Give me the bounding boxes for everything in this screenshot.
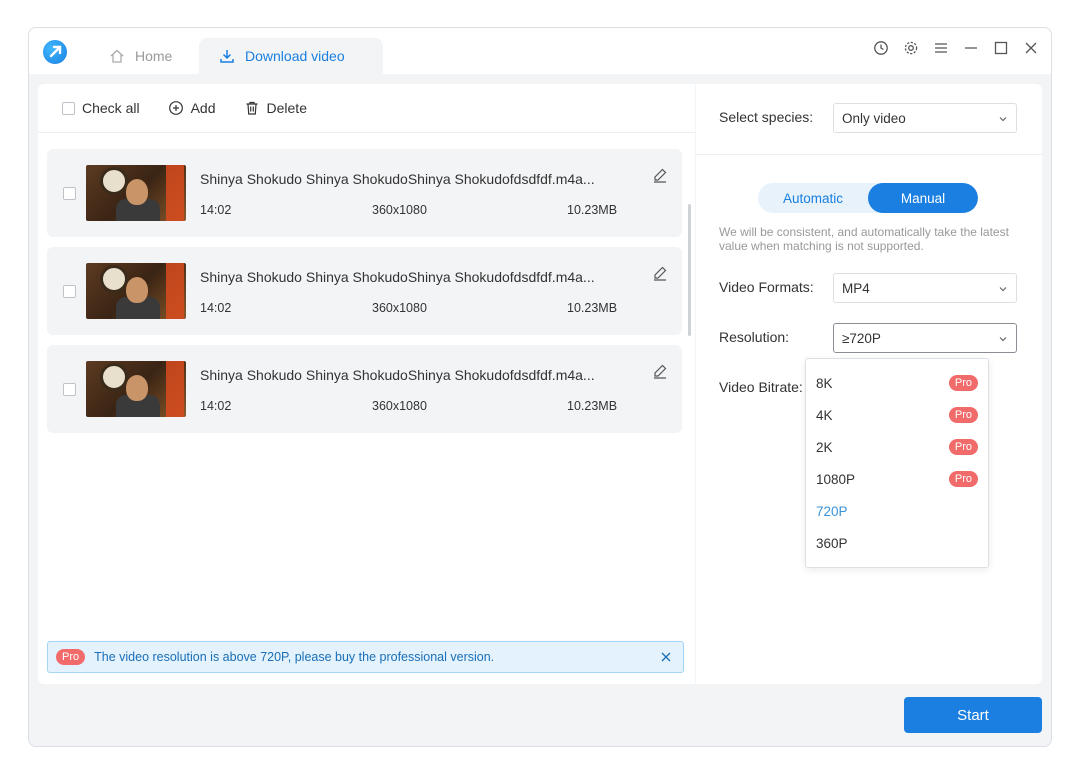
pro-badge: Pro: [56, 649, 86, 665]
close-icon[interactable]: [659, 650, 673, 664]
video-resolution: 360x1080: [372, 399, 427, 413]
tab-home-label: Home: [135, 48, 173, 64]
video-thumbnail: [86, 263, 186, 319]
format-label: Video Formats:: [719, 279, 814, 295]
resolution-option-1080p[interactable]: 1080P Pro: [806, 463, 988, 495]
video-size: 10.23MB: [567, 203, 618, 217]
video-thumbnail: [86, 361, 186, 417]
app-logo-icon: [43, 40, 67, 64]
option-label: 720P: [816, 503, 848, 519]
window-controls: [873, 40, 1039, 56]
species-select[interactable]: Only video: [833, 103, 1017, 133]
resolution-value: ≥720P: [842, 330, 881, 346]
pro-badge: Pro: [948, 439, 978, 455]
pro-badge: Pro: [948, 471, 978, 487]
resolution-option-2k[interactable]: 2K Pro: [806, 431, 988, 463]
bitrate-label: Video Bitrate:: [719, 379, 803, 395]
tab-home[interactable]: Home: [101, 38, 180, 74]
video-checkbox[interactable]: [63, 285, 76, 298]
format-select[interactable]: MP4: [833, 273, 1017, 303]
mode-automatic-button[interactable]: Automatic: [758, 183, 868, 213]
home-icon: [110, 49, 124, 63]
pro-badge: Pro: [948, 375, 978, 391]
pro-notice-bar: Pro The video resolution is above 720P, …: [47, 641, 684, 673]
check-all-label: Check all: [82, 100, 140, 116]
menu-icon[interactable]: [933, 40, 949, 56]
resolution-option-720p[interactable]: 720P: [806, 495, 988, 527]
video-checkbox[interactable]: [63, 383, 76, 396]
add-label: Add: [190, 100, 216, 116]
option-label: 2K: [816, 439, 833, 455]
list-scrollbar[interactable]: [688, 204, 691, 336]
video-size: 10.23MB: [567, 399, 618, 413]
history-icon[interactable]: [873, 40, 889, 56]
video-duration: 14:02: [200, 301, 232, 315]
option-label: 8K: [816, 375, 833, 391]
species-label: Select species:: [719, 109, 814, 125]
resolution-select[interactable]: ≥720P: [833, 323, 1017, 353]
option-label: 360P: [816, 535, 848, 551]
mode-toggle: Automatic Manual: [758, 183, 978, 213]
resolution-option-8k[interactable]: 8K Pro: [806, 367, 988, 399]
chevron-down-icon: [999, 337, 1007, 342]
list-toolbar: Check all Add Delete: [38, 84, 695, 133]
trash-icon: [246, 101, 258, 115]
pro-badge: Pro: [948, 407, 978, 423]
resolution-option-360p[interactable]: 360P: [806, 527, 988, 559]
resolution-option-4k[interactable]: 4K Pro: [806, 399, 988, 431]
video-thumbnail: [86, 165, 186, 221]
video-resolution: 360x1080: [372, 203, 427, 217]
video-checkbox[interactable]: [63, 187, 76, 200]
video-list: Shinya Shokudo Shinya ShokudoShinya Shok…: [47, 149, 682, 443]
resolution-dropdown: 8K Pro 4K Pro 2K Pro 1080P Pro 720P 360P: [805, 358, 989, 568]
close-icon[interactable]: [1023, 40, 1039, 56]
edit-icon[interactable]: [652, 167, 668, 183]
minimize-icon[interactable]: [963, 40, 979, 56]
option-label: 4K: [816, 407, 833, 423]
video-title: Shinya Shokudo Shinya ShokudoShinya Shok…: [200, 367, 595, 383]
maximize-icon[interactable]: [993, 40, 1009, 56]
option-label: 1080P: [816, 471, 856, 487]
check-all-checkbox[interactable]: [62, 101, 75, 115]
add-circle-icon: [168, 101, 183, 115]
edit-icon[interactable]: [652, 265, 668, 281]
video-size: 10.23MB: [567, 301, 618, 315]
video-duration: 14:02: [200, 203, 232, 217]
download-icon: [220, 50, 234, 63]
delete-button[interactable]: Delete: [244, 100, 307, 116]
video-item[interactable]: Shinya Shokudo Shinya ShokudoShinya Shok…: [47, 247, 682, 335]
resolution-label: Resolution:: [719, 329, 790, 345]
mode-manual-button[interactable]: Manual: [868, 183, 978, 213]
delete-label: Delete: [266, 100, 307, 116]
species-value: Only video: [842, 110, 906, 126]
video-resolution: 360x1080: [372, 301, 427, 315]
divider: [696, 154, 1042, 155]
video-duration: 14:02: [200, 399, 232, 413]
video-list-panel: Check all Add Delete Shinya Shokudo Shin…: [38, 84, 695, 684]
chevron-down-icon: [999, 287, 1007, 292]
format-value: MP4: [842, 280, 870, 296]
check-all-button[interactable]: Check all: [62, 100, 140, 116]
notice-text: The video resolution is above 720P, plea…: [94, 650, 495, 664]
video-item[interactable]: Shinya Shokudo Shinya ShokudoShinya Shok…: [47, 149, 682, 237]
title-bar: Home Download video: [29, 28, 1051, 74]
video-item[interactable]: Shinya Shokudo Shinya ShokudoShinya Shok…: [47, 345, 682, 433]
edit-icon[interactable]: [652, 363, 668, 379]
gear-icon[interactable]: [903, 40, 919, 56]
start-button[interactable]: Start: [904, 697, 1042, 733]
mode-hint: We will be consistent, and automatically…: [719, 225, 1009, 253]
chevron-down-icon: [999, 117, 1007, 122]
tab-download-video[interactable]: Download video: [199, 38, 383, 74]
video-title: Shinya Shokudo Shinya ShokudoShinya Shok…: [200, 171, 595, 187]
add-button[interactable]: Add: [168, 100, 216, 116]
video-title: Shinya Shokudo Shinya ShokudoShinya Shok…: [200, 269, 595, 285]
tab-download-label: Download video: [245, 48, 345, 64]
